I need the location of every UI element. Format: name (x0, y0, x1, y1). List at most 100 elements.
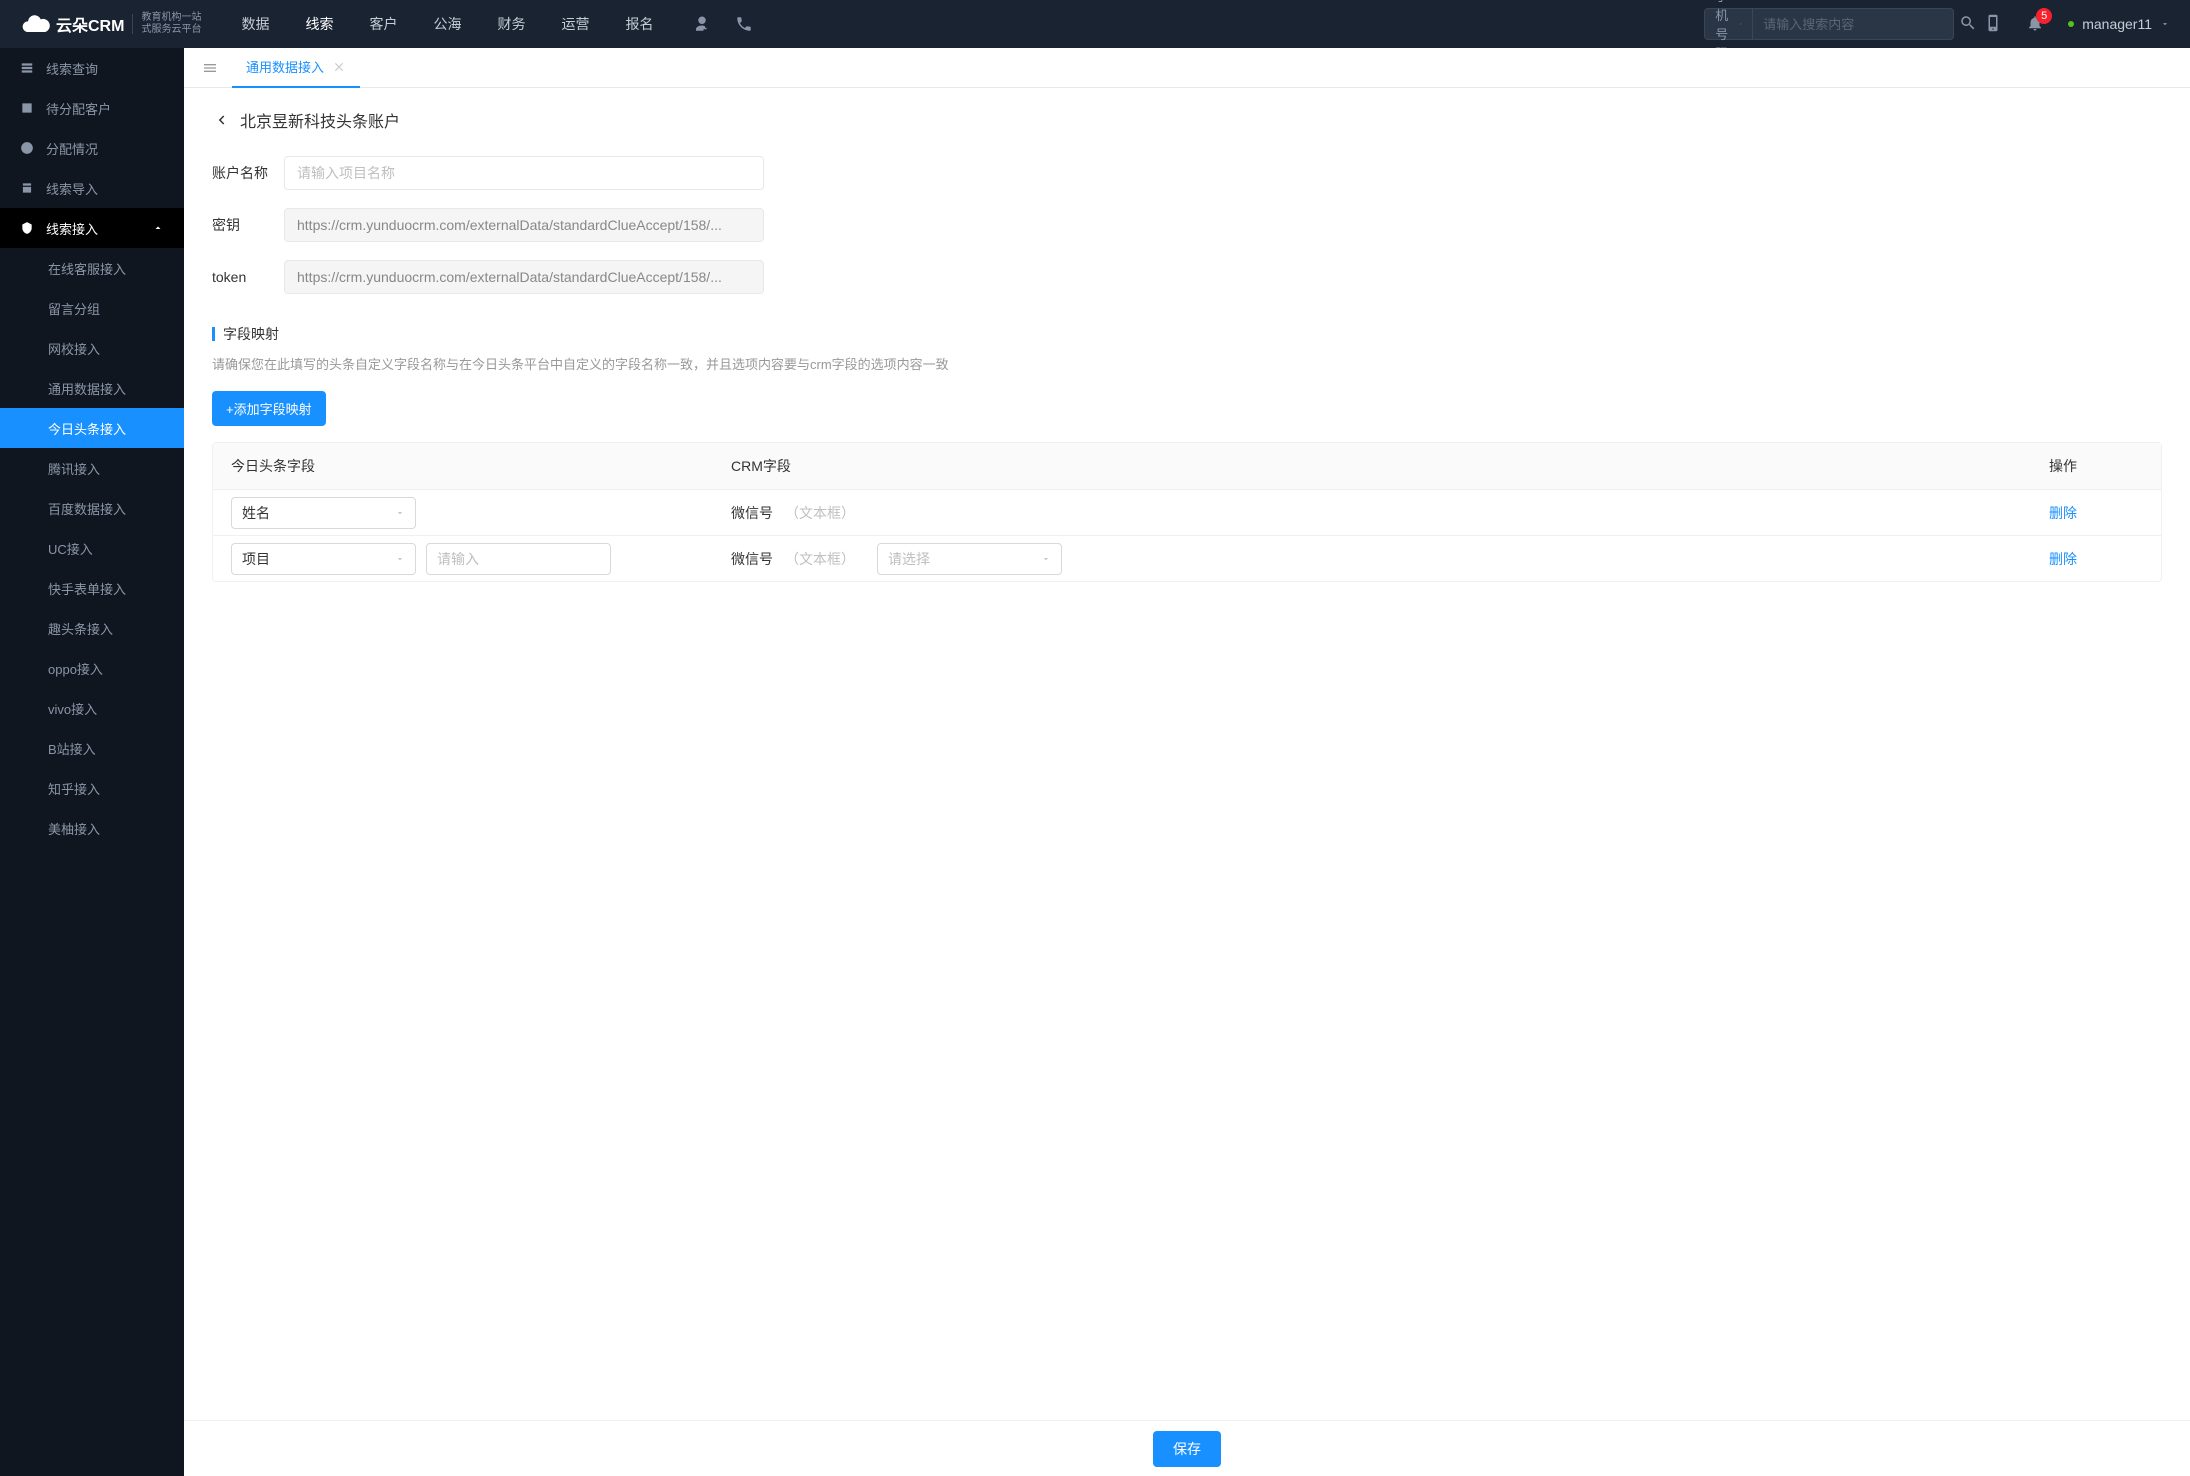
delete-button[interactable]: 删除 (2049, 551, 2077, 567)
account-name-input[interactable] (284, 156, 764, 190)
form-row-secret: 密钥 (212, 208, 2162, 242)
sidebar-sub-4-12[interactable]: B站接入 (0, 728, 184, 768)
search-icon (1959, 14, 1977, 32)
secret-label: 密钥 (212, 215, 284, 235)
th-crm-field: CRM字段 (713, 456, 2031, 476)
crm-field-select[interactable]: 请选择 (877, 543, 1062, 575)
form-row-account: 账户名称 (212, 156, 2162, 190)
footer-bar: 保存 (184, 1420, 2190, 1476)
logo-area: 云朵CRM 教育机构一站 式服务云平台 (20, 8, 201, 40)
sidebar-item-2[interactable]: 分配情况 (0, 128, 184, 168)
token-input[interactable] (284, 260, 764, 294)
app-header: 云朵CRM 教育机构一站 式服务云平台 数据线索客户公海财务运营报名 手机号码 (0, 0, 2190, 48)
add-field-mapping-button[interactable]: +添加字段映射 (212, 391, 326, 426)
sidebar-sub-4-4[interactable]: 今日头条接入 (0, 408, 184, 448)
sidebar-sub-4-11[interactable]: vivo接入 (0, 688, 184, 728)
notification-badge: 5 (2036, 8, 2052, 24)
sidebar-sub-4-14[interactable]: 美柚接入 (0, 808, 184, 848)
phone-icon[interactable] (735, 15, 753, 33)
cloud-logo-icon (20, 8, 52, 40)
search-button[interactable] (1949, 14, 1987, 35)
notification-button[interactable]: 5 (2026, 14, 2044, 35)
sidebar-sub-4-8[interactable]: 快手表单接入 (0, 568, 184, 608)
section-title-text: 字段映射 (223, 324, 279, 344)
sidebar-sub-4-2[interactable]: 网校接入 (0, 328, 184, 368)
sidebar-sub-4-10[interactable]: oppo接入 (0, 648, 184, 688)
content: 北京昱新科技头条账户 账户名称 密钥 token 字段映射 (184, 88, 2190, 1476)
mobile-icon-button[interactable] (1984, 14, 2002, 35)
search-input[interactable] (1753, 17, 1949, 32)
sidebar-sub-4-9[interactable]: 趣头条接入 (0, 608, 184, 648)
user-add-icon[interactable] (693, 15, 711, 33)
account-label: 账户名称 (212, 163, 284, 183)
tab-general-data-access[interactable]: 通用数据接入 (232, 48, 360, 88)
th-action: 操作 (2031, 456, 2161, 476)
chevron-down-icon (2160, 19, 2170, 29)
table-header: 今日头条字段 CRM字段 操作 (213, 443, 2161, 489)
sidebar-item-3[interactable]: 线索导入 (0, 168, 184, 208)
tabs-bar: 通用数据接入 (184, 48, 2190, 88)
toutiao-field-select[interactable]: 项目 (231, 543, 416, 575)
secret-input[interactable] (284, 208, 764, 242)
top-nav: 数据线索客户公海财务运营报名 (241, 0, 653, 48)
sidebar-sub-4-0[interactable]: 在线客服接入 (0, 248, 184, 288)
close-icon[interactable] (332, 60, 346, 74)
token-label: token (212, 269, 284, 285)
logo-text: 云朵CRM (56, 12, 124, 36)
nav-item-4[interactable]: 财务 (497, 0, 525, 48)
table-row: 项目 微信号 （文本框） 请选择 删除 (213, 535, 2161, 581)
nav-item-1[interactable]: 线索 (305, 0, 333, 48)
sidebar: 线索查询待分配客户分配情况线索导入线索接入在线客服接入留言分组网校接入通用数据接… (0, 48, 184, 1476)
nav-item-0[interactable]: 数据 (241, 0, 269, 48)
main-area: 通用数据接入 北京昱新科技头条账户 账户名称 密钥 to (184, 48, 2190, 1476)
page-head: 北京昱新科技头条账户 (212, 108, 2162, 132)
chevron-down-icon (1041, 554, 1051, 564)
sidebar-icon (20, 141, 34, 155)
search-type-select[interactable]: 手机号码 (1705, 9, 1753, 39)
user-menu[interactable]: manager11 (2068, 16, 2170, 32)
delete-button[interactable]: 删除 (2049, 505, 2077, 521)
chevron-down-icon (395, 508, 405, 518)
section-bar (212, 327, 215, 341)
menu-icon (202, 60, 218, 76)
chevron-down-icon (1739, 19, 1743, 29)
page-title: 北京昱新科技头条账户 (240, 108, 400, 132)
sidebar-item-0[interactable]: 线索查询 (0, 48, 184, 88)
sidebar-sub-4-3[interactable]: 通用数据接入 (0, 368, 184, 408)
sidebar-sub-4-13[interactable]: 知乎接入 (0, 768, 184, 808)
crm-field-label: 微信号 (731, 503, 773, 523)
sidebar-sub-4-1[interactable]: 留言分组 (0, 288, 184, 328)
logo-divider (132, 14, 133, 34)
nav-item-5[interactable]: 运营 (561, 0, 589, 48)
crm-field-label: 微信号 (731, 549, 773, 569)
nav-item-3[interactable]: 公海 (433, 0, 461, 48)
crm-field-type: （文本框） (785, 549, 855, 569)
section-title: 字段映射 (212, 324, 2162, 344)
sidebar-icon (20, 61, 34, 75)
mobile-icon (1984, 14, 2002, 32)
sidebar-icon (20, 101, 34, 115)
chevron-up-icon (152, 222, 164, 234)
table-row: 姓名 微信号 （文本框） 删除 (213, 489, 2161, 535)
section-desc: 请确保您在此填写的头条自定义字段名称与在今日头条平台中自定义的字段名称一致，并且… (212, 354, 2162, 373)
sidebar-sub-4-5[interactable]: 腾讯接入 (0, 448, 184, 488)
nav-item-6[interactable]: 报名 (625, 0, 653, 48)
nav-icons (693, 15, 753, 33)
toutiao-field-input[interactable] (426, 543, 611, 575)
crm-field-type: （文本框） (785, 503, 855, 523)
logo-subtitle: 教育机构一站 式服务云平台 (141, 12, 201, 36)
status-dot (2068, 21, 2074, 27)
sidebar-sub-4-6[interactable]: 百度数据接入 (0, 488, 184, 528)
sidebar-icon (20, 221, 34, 235)
toutiao-field-select[interactable]: 姓名 (231, 497, 416, 529)
field-mapping-table: 今日头条字段 CRM字段 操作 姓名微信号（文本框）删除项目微信号（文本框）请选… (212, 442, 2162, 582)
back-icon[interactable] (212, 111, 230, 129)
sidebar-item-1[interactable]: 待分配客户 (0, 88, 184, 128)
header-search: 手机号码 (1704, 8, 1954, 40)
sidebar-sub-4-7[interactable]: UC接入 (0, 528, 184, 568)
save-button[interactable]: 保存 (1153, 1431, 1221, 1467)
collapse-sidebar-button[interactable] (196, 54, 224, 82)
sidebar-icon (20, 181, 34, 195)
sidebar-item-4[interactable]: 线索接入 (0, 208, 184, 248)
nav-item-2[interactable]: 客户 (369, 0, 397, 48)
